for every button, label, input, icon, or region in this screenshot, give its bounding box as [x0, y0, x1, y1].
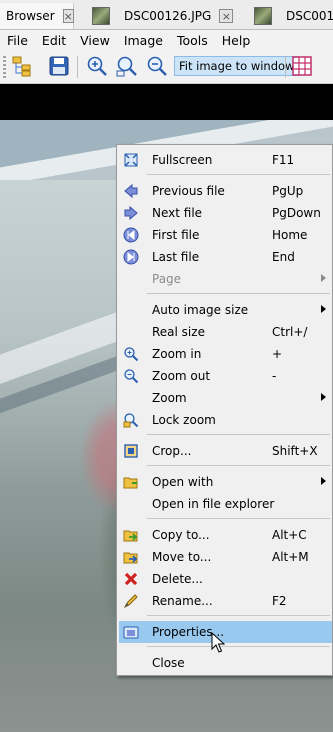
close-icon[interactable]: ×: [62, 9, 74, 23]
menu-help[interactable]: Help: [215, 33, 258, 48]
zoom-out-icon: [147, 56, 167, 76]
submenu-arrow-icon: [321, 477, 326, 485]
copy-to-icon: [123, 527, 139, 543]
tab-image[interactable]: DSC00126.JPG ×: [84, 3, 234, 29]
grid-icon: [292, 56, 312, 76]
crop-icon: [123, 443, 139, 459]
tab-label: DSC0012: [286, 9, 333, 23]
arrow-right-icon: [123, 205, 139, 221]
fullscreen-icon: [123, 152, 139, 168]
open-with-icon: [123, 474, 139, 490]
menu-item-real-size[interactable]: Real size Ctrl+/: [119, 321, 332, 343]
menu-separator: [147, 174, 330, 175]
menu-separator: [147, 646, 330, 647]
fit-image-to-window-button[interactable]: Fit image to window: [174, 56, 300, 76]
menu-separator: [147, 293, 330, 294]
submenu-arrow-icon: [321, 393, 326, 401]
menu-item-copy-to[interactable]: Copy to... Alt+C: [119, 524, 332, 546]
last-file-icon: [123, 249, 139, 265]
first-file-icon: [123, 227, 139, 243]
zoom-out-button[interactable]: [145, 54, 169, 78]
menu-item-lock-zoom[interactable]: Lock zoom: [119, 409, 332, 431]
rename-icon: [123, 593, 139, 609]
menu-bar: File Edit View Image Tools Help: [0, 30, 333, 50]
mouse-cursor-icon: [211, 632, 225, 653]
menu-item-first-file[interactable]: First file Home: [119, 224, 332, 246]
menu-edit[interactable]: Edit: [35, 33, 73, 48]
menu-item-properties[interactable]: Properties...: [119, 621, 332, 643]
menu-item-auto-image-size[interactable]: Auto image size: [119, 299, 332, 321]
toolbar: Fit image to window: [0, 50, 333, 84]
menu-item-zoom-in[interactable]: Zoom in +: [119, 343, 332, 365]
zoom-fit-button[interactable]: [115, 54, 139, 78]
menu-tools[interactable]: Tools: [170, 33, 215, 48]
toolbar-separator: [285, 56, 286, 78]
lock-zoom-icon: [123, 412, 139, 428]
save-icon: [49, 56, 69, 76]
menu-item-open-with[interactable]: Open with: [119, 471, 332, 493]
menu-separator: [147, 465, 330, 466]
close-icon[interactable]: ×: [219, 9, 234, 23]
zoom-in-button[interactable]: [85, 54, 109, 78]
move-to-icon: [123, 549, 139, 565]
tab-browser[interactable]: Browser ×: [0, 3, 74, 29]
tab-label: DSC00126.JPG: [124, 9, 212, 23]
menu-item-page: Page: [119, 268, 332, 290]
delete-icon: [123, 571, 139, 587]
arrow-left-icon: [123, 183, 139, 199]
zoom-fit-icon: [116, 56, 137, 77]
properties-icon: [123, 624, 139, 640]
menu-image[interactable]: Image: [117, 33, 170, 48]
context-menu: Fullscreen F11 Previous file PgUp Next f…: [116, 144, 333, 676]
submenu-arrow-icon: [321, 274, 326, 282]
menu-separator: [147, 434, 330, 435]
folder-tree-icon: [12, 56, 31, 77]
save-button[interactable]: [47, 54, 71, 78]
toolbar-separator: [77, 56, 78, 78]
image-thumbnail-icon: [92, 7, 110, 25]
menu-item-zoom[interactable]: Zoom: [119, 387, 332, 409]
menu-item-move-to[interactable]: Move to... Alt+M: [119, 546, 332, 568]
menu-item-crop[interactable]: Crop... Shift+X: [119, 440, 332, 462]
image-thumbnail-icon: [254, 7, 272, 25]
zoom-in-icon: [123, 346, 139, 362]
submenu-arrow-icon: [321, 305, 326, 313]
toolbar-grip[interactable]: [3, 56, 6, 78]
tab-image-2[interactable]: DSC0012: [246, 3, 333, 29]
menu-item-last-file[interactable]: Last file End: [119, 246, 332, 268]
zoom-out-icon: [123, 368, 139, 384]
menu-item-close[interactable]: Close: [119, 652, 332, 674]
menu-file[interactable]: File: [0, 33, 35, 48]
menu-item-fullscreen[interactable]: Fullscreen F11: [119, 149, 332, 171]
menu-item-rename[interactable]: Rename... F2: [119, 590, 332, 612]
menu-separator: [147, 518, 330, 519]
tab-label: Browser: [6, 9, 55, 23]
folder-tree-button[interactable]: [10, 54, 34, 78]
menu-item-delete[interactable]: Delete...: [119, 568, 332, 590]
menu-item-previous-file[interactable]: Previous file PgUp: [119, 180, 332, 202]
menu-view[interactable]: View: [73, 33, 117, 48]
menu-item-next-file[interactable]: Next file PgDown: [119, 202, 332, 224]
grid-button[interactable]: [290, 54, 314, 78]
menu-separator: [147, 615, 330, 616]
menu-item-zoom-out[interactable]: Zoom out -: [119, 365, 332, 387]
menu-item-open-in-file-explorer[interactable]: Open in file explorer: [119, 493, 332, 515]
zoom-in-icon: [87, 56, 107, 76]
tab-bar: Browser × DSC00126.JPG × DSC0012: [0, 0, 333, 30]
